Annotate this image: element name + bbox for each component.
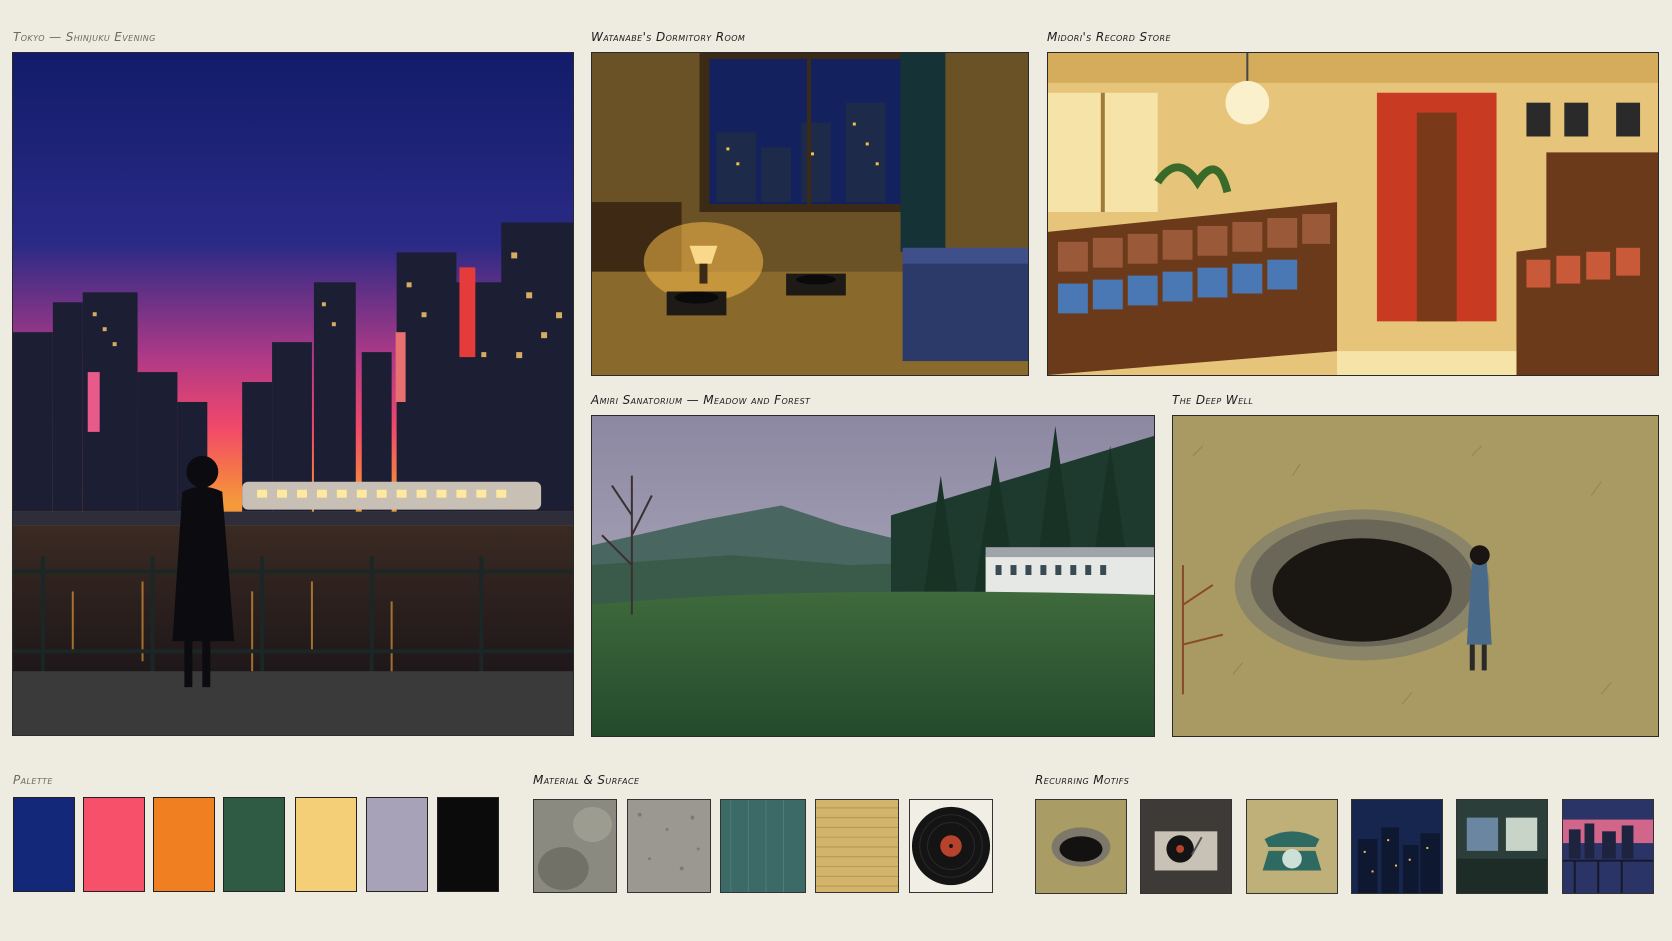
teal-rain-texture-tile — [720, 799, 806, 893]
palette-swatch-5 — [295, 797, 357, 892]
palette-swatch-1 — [13, 797, 75, 892]
concrete-texture-tile — [627, 799, 711, 893]
turntable-icon — [1140, 799, 1232, 894]
palette-swatch-3 — [153, 797, 215, 892]
panel-label-sanatorium: Amiri Sanatorium — Meadow and Forest — [591, 393, 811, 407]
well-icon — [1035, 799, 1127, 894]
skyline-balcony-icon — [1562, 799, 1654, 894]
tatami-texture-tile — [815, 799, 899, 893]
section-label-palette: Palette — [13, 773, 53, 787]
section-label-motifs: Recurring Motifs — [1035, 773, 1130, 787]
palette-swatch-2 — [83, 797, 145, 892]
tokyo-evening-image — [12, 52, 574, 736]
panel-label-tokyo: Tokyo — Shinjuku Evening — [13, 30, 156, 44]
panel-label-store: Midori's Record Store — [1047, 30, 1171, 44]
palette-swatch-6 — [366, 797, 428, 892]
train-window-icon — [1456, 799, 1548, 894]
section-label-material: Material & Surface — [533, 773, 640, 787]
vinyl-record-tile — [909, 799, 993, 893]
sanatorium-meadow-image — [591, 415, 1155, 737]
dormitory-room-image — [591, 52, 1029, 376]
palette-swatch-7 — [437, 797, 499, 892]
panel-label-well: The Deep Well — [1172, 393, 1254, 407]
rotary-phone-icon — [1246, 799, 1338, 894]
panel-label-dorm: Watanabe's Dormitory Room — [591, 30, 746, 44]
night-city-icon — [1351, 799, 1443, 894]
record-store-image — [1047, 52, 1659, 376]
palette-swatch-4 — [223, 797, 285, 892]
mist-texture-tile — [533, 799, 617, 893]
deep-well-image — [1172, 415, 1659, 737]
